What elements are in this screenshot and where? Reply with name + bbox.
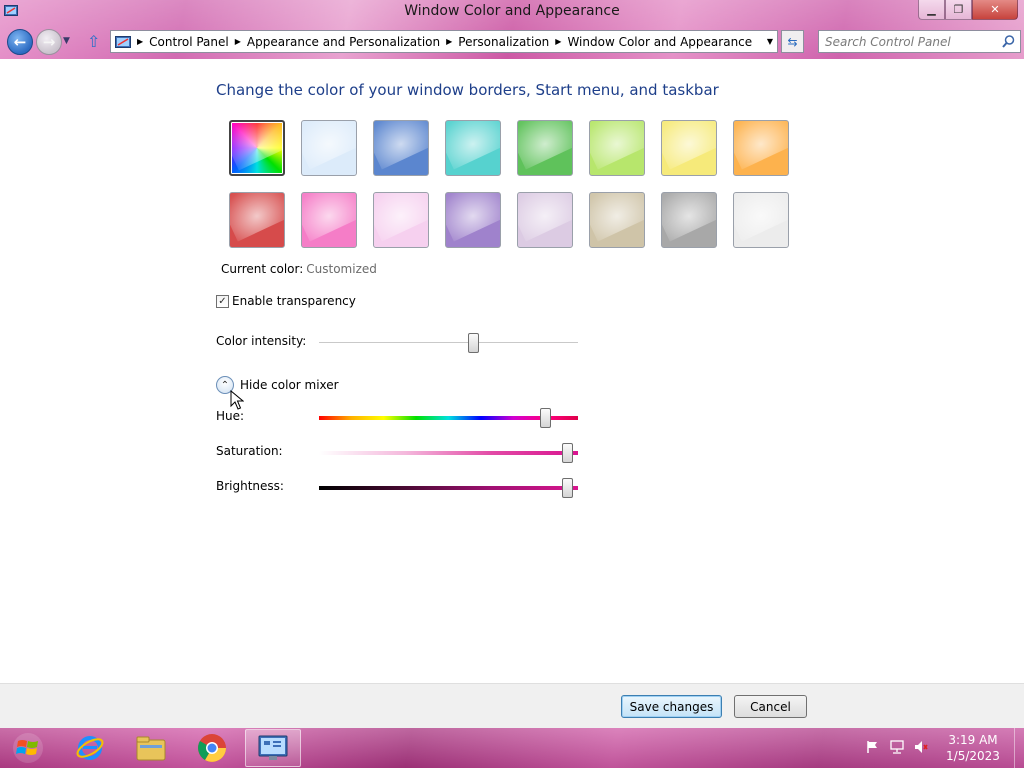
clock-date: 1/5/2023: [946, 749, 1000, 763]
page-heading: Change the color of your window borders,…: [216, 81, 719, 99]
saturation-track[interactable]: [319, 451, 578, 455]
up-button[interactable]: ⇧: [87, 32, 100, 51]
intensity-label: Color intensity:: [216, 334, 307, 348]
up-arrow-icon: ⇧: [87, 32, 101, 51]
color-swatch-slate[interactable]: [733, 192, 789, 248]
cancel-button[interactable]: Cancel: [734, 695, 807, 718]
hue-label: Hue:: [216, 409, 245, 423]
checkmark-icon: ✓: [218, 295, 227, 307]
color-swatch-taupe[interactable]: [589, 192, 645, 248]
breadcrumb-personalization[interactable]: Personalization: [452, 35, 555, 49]
address-dropdown-icon[interactable]: ▼: [767, 37, 773, 46]
color-swatch-sky[interactable]: [301, 120, 357, 176]
refresh-icon: ⇆: [787, 34, 798, 49]
action-center-flag-icon[interactable]: [866, 740, 880, 754]
close-button[interactable]: ✕: [972, 0, 1018, 20]
refresh-button[interactable]: ⇆: [781, 30, 804, 53]
search-box: [818, 30, 1021, 53]
navigation-bar: ← → ▼ ⇧ ▶ Control Panel ▶ Appearance and…: [0, 27, 1024, 57]
search-input[interactable]: [819, 31, 999, 52]
saturation-slider-thumb[interactable]: [562, 443, 573, 463]
color-swatch-blush[interactable]: [373, 192, 429, 248]
save-changes-button[interactable]: Save changes: [621, 695, 722, 718]
close-icon: ✕: [990, 3, 1000, 16]
color-swatch-violet[interactable]: [445, 192, 501, 248]
color-swatch-lemon[interactable]: [661, 120, 717, 176]
chevron-down-icon: ▼: [63, 36, 70, 46]
color-swatch-ruby[interactable]: [229, 192, 285, 248]
windows-logo-icon[interactable]: [6, 731, 50, 765]
forward-arrow-icon: →: [42, 33, 56, 51]
color-swatch-leaf[interactable]: [517, 120, 573, 176]
mixer-toggle-label: Hide color mixer: [240, 378, 339, 392]
breadcrumb-control-panel[interactable]: Control Panel: [143, 35, 235, 49]
window-title: Window Color and Appearance: [404, 3, 620, 19]
brightness-slider-thumb[interactable]: [562, 478, 573, 498]
current-color: Current color: Customized: [221, 262, 377, 276]
brightness-track[interactable]: [319, 486, 578, 490]
network-icon[interactable]: [890, 740, 904, 754]
hue-slider-thumb[interactable]: [540, 408, 551, 428]
search-icon[interactable]: [1002, 35, 1015, 48]
window-controls: ▁ ❐ ✕: [918, 0, 1018, 20]
control-panel-icon: [115, 35, 131, 48]
recent-pages-button[interactable]: ▼: [63, 36, 70, 46]
chevron-up-icon: ⌃: [220, 379, 230, 391]
transparency-option[interactable]: ✓ Enable transparency: [216, 294, 356, 308]
current-color-value: Customized: [306, 262, 377, 276]
mouse-pointer-icon: [230, 390, 244, 410]
back-button[interactable]: ←: [7, 29, 33, 55]
forward-button[interactable]: →: [36, 29, 62, 55]
intensity-slider-thumb[interactable]: [468, 333, 479, 353]
main-content: Change the color of your window borders,…: [0, 59, 1024, 683]
color-swatch-fuchsia[interactable]: [301, 192, 357, 248]
control-panel-icon: [258, 735, 288, 760]
brightness-label: Brightness:: [216, 479, 284, 493]
taskbar-chrome[interactable]: [184, 729, 240, 767]
system-clock[interactable]: 3:19 AM 1/5/2023: [940, 732, 1006, 764]
restore-icon: ❐: [953, 3, 964, 16]
taskbar-internet-explorer[interactable]: [62, 729, 118, 767]
transparency-checkbox[interactable]: ✓: [216, 294, 229, 308]
minimize-button[interactable]: ▁: [918, 0, 945, 20]
intensity-track[interactable]: [319, 342, 578, 344]
file-explorer-icon: [136, 736, 166, 761]
clock-time: 3:19 AM: [948, 733, 998, 747]
show-desktop-button[interactable]: [1014, 728, 1024, 768]
color-swatch-twilight[interactable]: [373, 120, 429, 176]
taskbar: 3:19 AM 1/5/2023: [0, 728, 1024, 768]
color-swatch-lavender[interactable]: [517, 192, 573, 248]
window-chrome: Window Color and Appearance ▁ ❐ ✕ ← → ▼ …: [0, 0, 1024, 59]
minimize-icon: ▁: [927, 3, 936, 16]
chrome-icon: [198, 734, 226, 762]
current-color-label: Current color:: [221, 262, 304, 276]
address-bar[interactable]: ▶ Control Panel ▶ Appearance and Persona…: [110, 30, 778, 53]
system-tray: [866, 740, 928, 754]
color-swatch-sea[interactable]: [445, 120, 501, 176]
breadcrumb-window-color[interactable]: Window Color and Appearance: [561, 35, 758, 49]
taskbar-file-explorer[interactable]: [123, 729, 179, 767]
taskbar-control-panel[interactable]: [245, 729, 301, 767]
volume-muted-icon[interactable]: [914, 740, 928, 754]
restore-button[interactable]: ❐: [945, 0, 972, 20]
color-swatch-tangerine[interactable]: [733, 120, 789, 176]
saturation-label: Saturation:: [216, 444, 283, 458]
internet-explorer-icon: [76, 736, 104, 760]
color-swatch-chocolate[interactable]: [661, 192, 717, 248]
color-swatch-lime[interactable]: [589, 120, 645, 176]
transparency-label: Enable transparency: [232, 294, 356, 308]
color-swatch-rainbow[interactable]: [229, 120, 285, 176]
back-arrow-icon: ←: [13, 33, 27, 51]
dialog-footer: Save changes Cancel: [0, 683, 1024, 728]
breadcrumb-appearance-personalization[interactable]: Appearance and Personalization: [241, 35, 446, 49]
